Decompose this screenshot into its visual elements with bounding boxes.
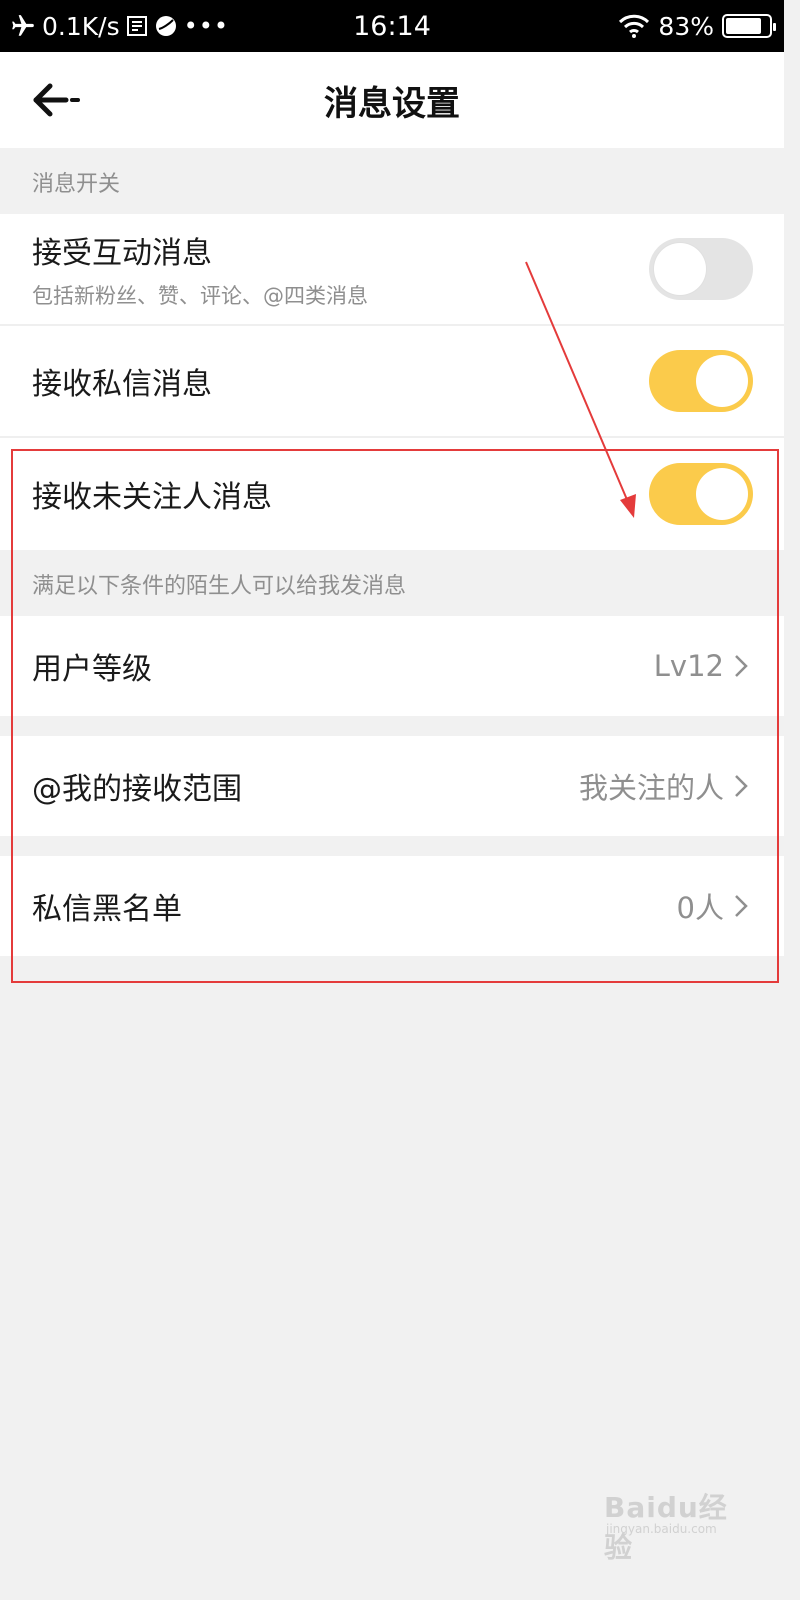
back-arrow-icon [33, 83, 80, 117]
more-icon: ••• [183, 12, 230, 40]
row-mention-title: @我的接收范围 [32, 772, 242, 807]
user-level-value: Lv12 [653, 649, 724, 683]
row-stranger-title: 接收未关注人消息 [32, 480, 272, 515]
battery-icon [722, 14, 776, 38]
toggle-interaction-messages[interactable] [649, 238, 753, 300]
row-user-level[interactable]: 用户等级 Lv12 [0, 616, 784, 716]
row-user-level-value: Lv12 [654, 649, 752, 683]
battery-fill [726, 18, 761, 34]
toggle-stranger-messages[interactable] [649, 463, 753, 525]
chevron-right-icon [735, 775, 748, 797]
page-title: 消息设置 [324, 83, 460, 124]
row-private-title: 接收私信消息 [32, 367, 212, 402]
chevron-right-icon [735, 655, 748, 677]
row-blacklist-text: 私信黑名单 [32, 884, 677, 928]
back-button[interactable] [30, 78, 86, 122]
row-private-messages: 接收私信消息 [0, 326, 784, 436]
battery-percent: 83% [658, 11, 714, 41]
toggle-knob [696, 468, 748, 520]
toggle-private-messages[interactable] [649, 350, 753, 412]
row-blacklist-title: 私信黑名单 [32, 892, 182, 927]
watermark-url: jingyan.baidu.com [606, 1522, 717, 1536]
chevron-right-icon [735, 895, 748, 917]
row-interaction-text: 接受互动消息 包括新粉丝、赞、评论、@四类消息 [32, 228, 649, 310]
row-interaction-messages: 接受互动消息 包括新粉丝、赞、评论、@四类消息 [0, 214, 784, 324]
section-label-switch: 消息开关 [32, 172, 121, 197]
row-stranger-text: 接收未关注人消息 [32, 472, 649, 516]
row-blacklist[interactable]: 私信黑名单 0人 [0, 856, 784, 956]
app-icon [155, 16, 176, 36]
row-interaction-subtitle: 包括新粉丝、赞、评论、@四类消息 [32, 284, 368, 308]
row-interaction-title: 接受互动消息 [32, 236, 212, 271]
row-blacklist-value: 0人 [677, 885, 752, 927]
row-mention-text: @我的接收范围 [32, 764, 579, 808]
status-right: 83% [618, 11, 776, 41]
notification-icon [126, 16, 147, 36]
network-speed: 0.1K/s [42, 11, 120, 41]
row-stranger-messages: 接收未关注人消息 [0, 438, 784, 550]
toggle-knob [696, 355, 748, 407]
header: 消息设置 [0, 52, 784, 148]
row-user-level-text: 用户等级 [32, 644, 654, 688]
row-mention-scope[interactable]: @我的接收范围 我关注的人 [0, 736, 784, 836]
watermark-logo: Baidu经验 jingyan.baidu.com [604, 1478, 744, 1564]
wifi-icon [619, 14, 650, 38]
airplane-icon [12, 15, 34, 36]
row-user-level-title: 用户等级 [32, 652, 152, 687]
status-bar: 0.1K/s ••• 16:14 83% [0, 0, 784, 52]
row-private-text: 接收私信消息 [32, 359, 649, 403]
toggle-knob [654, 243, 706, 295]
row-mention-value: 我关注的人 [579, 765, 752, 807]
status-left: 0.1K/s ••• [10, 12, 229, 41]
mention-scope-value: 我关注的人 [578, 771, 724, 805]
blacklist-value: 0人 [676, 891, 724, 925]
section-label-stranger: 满足以下条件的陌生人可以给我发消息 [32, 574, 407, 599]
